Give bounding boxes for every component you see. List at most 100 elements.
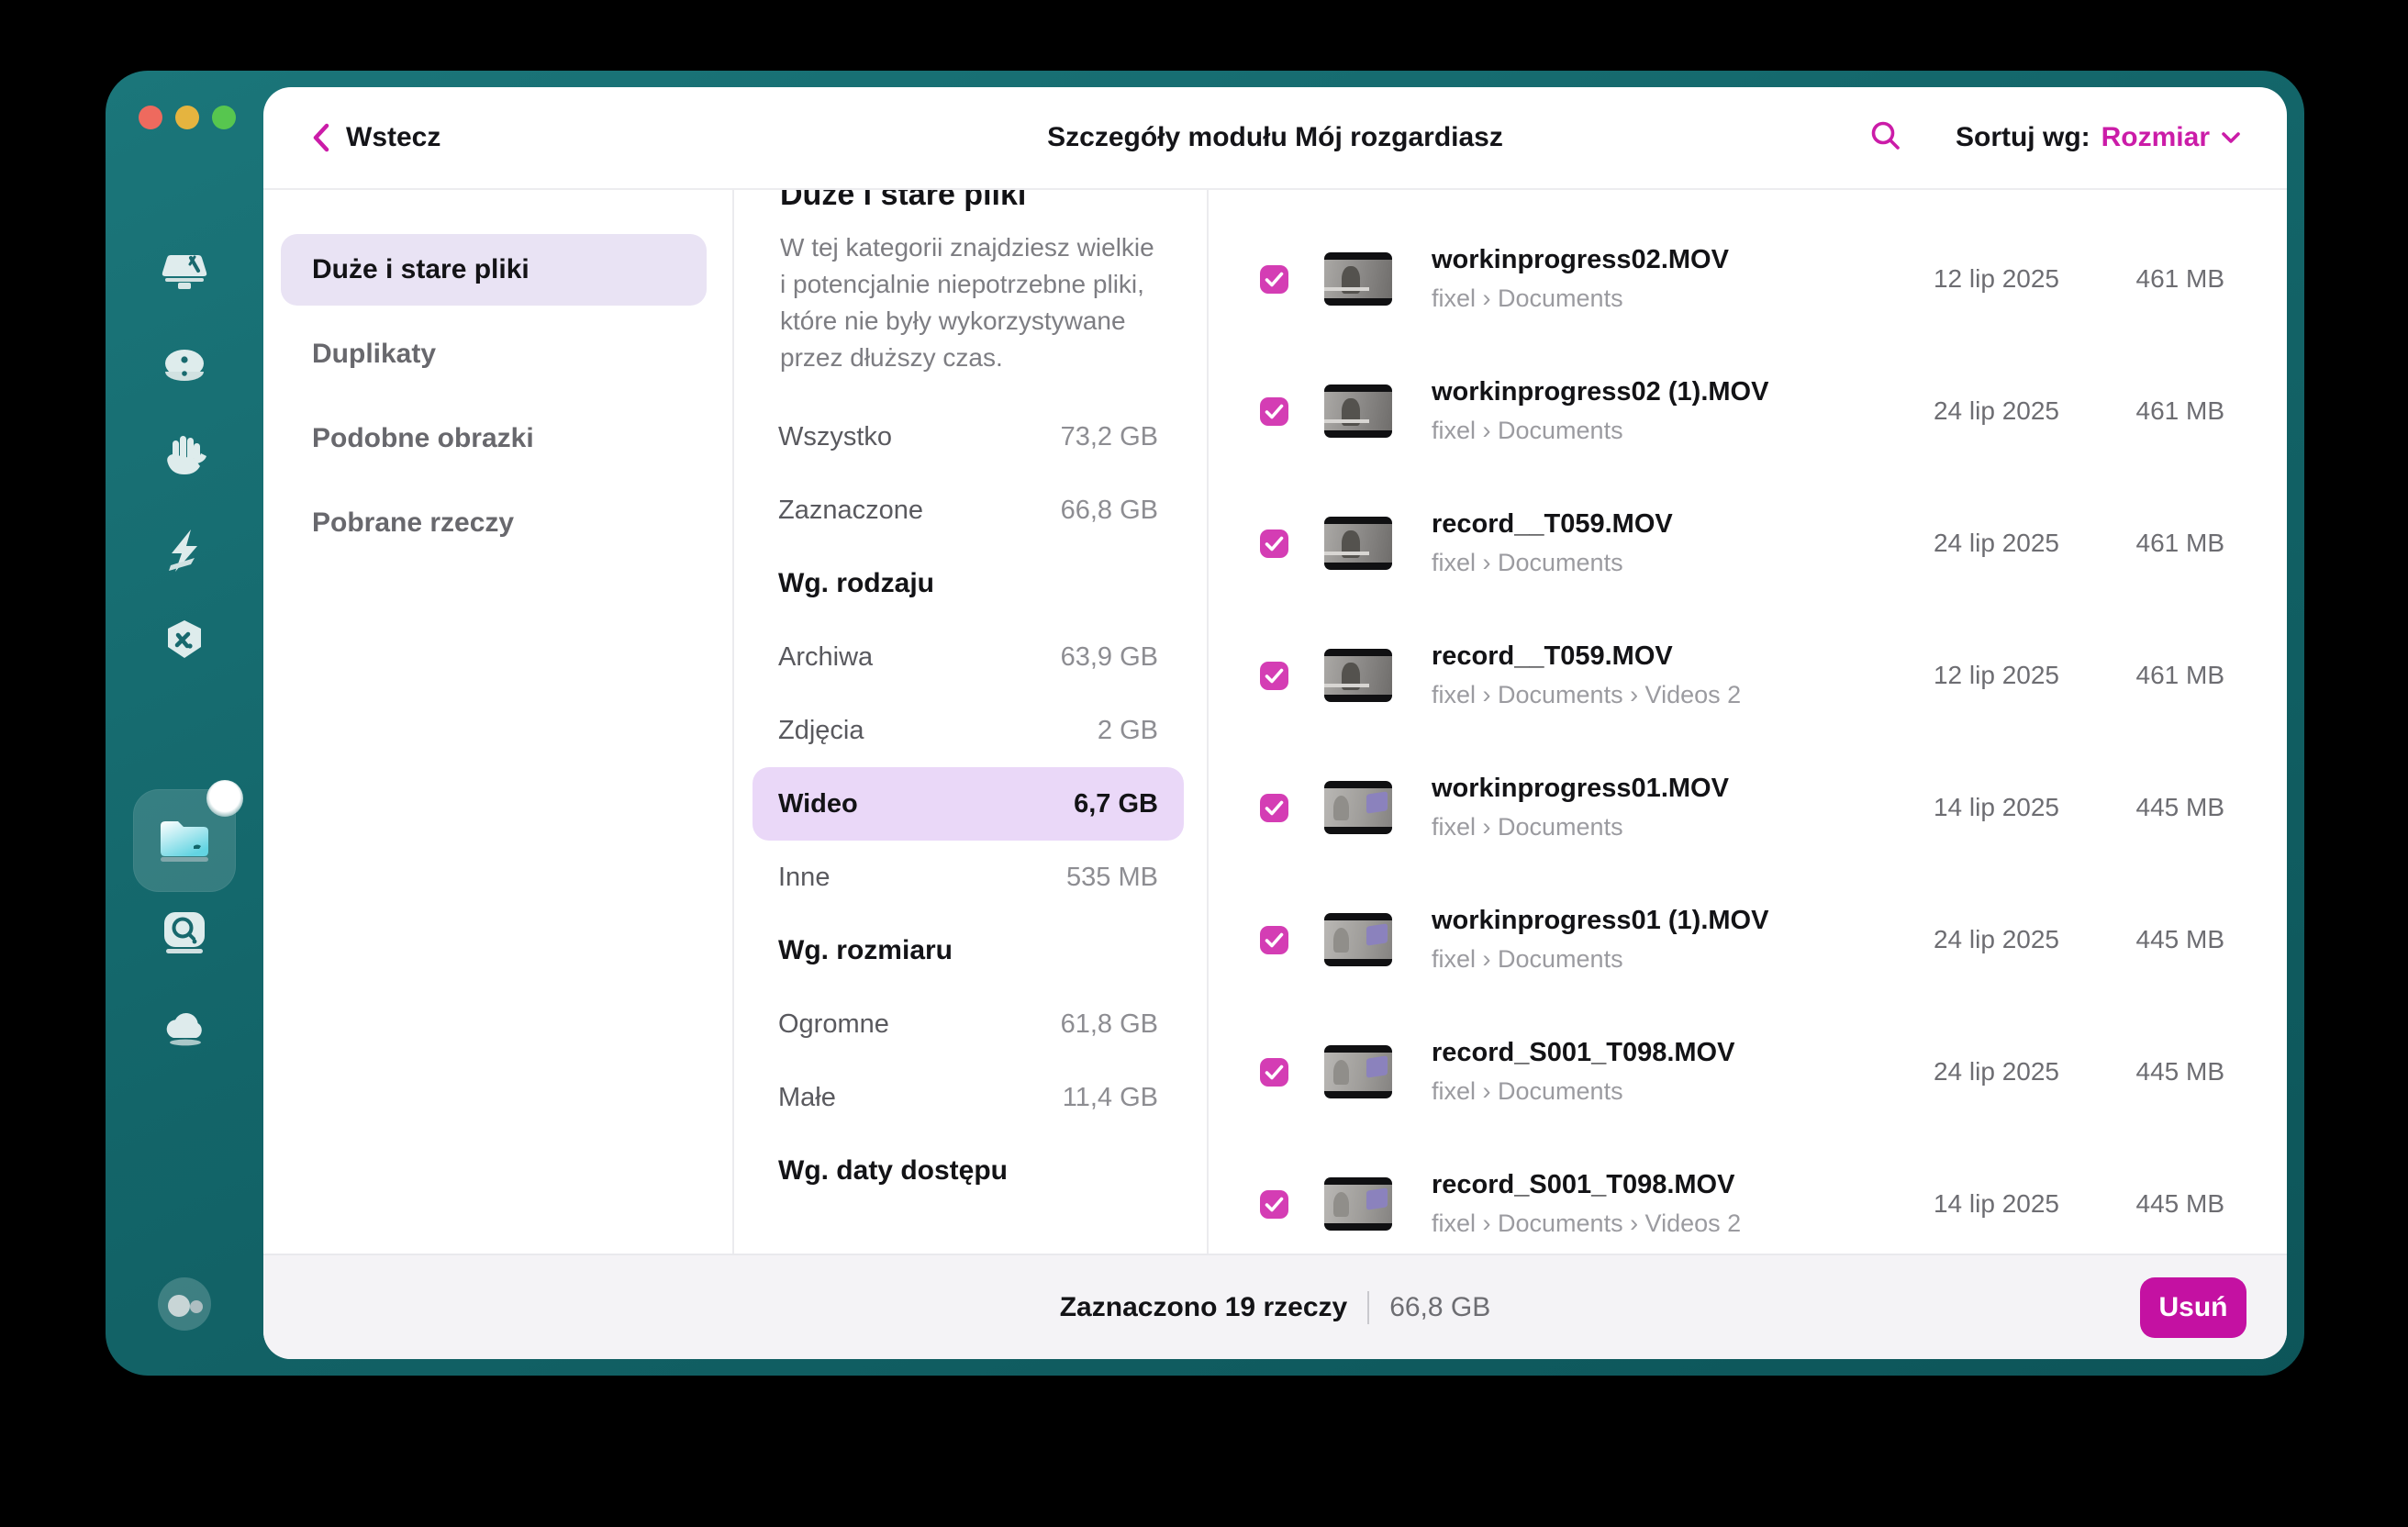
checkbox-checked[interactable] <box>1260 397 1288 426</box>
file-meta: record__T059.MOV fixel › Documents <box>1432 509 1821 577</box>
file-name: record_S001_T098.MOV <box>1432 1170 1821 1200</box>
drive-search-icon[interactable] <box>155 903 214 962</box>
notification-badge <box>206 780 243 817</box>
filter-section-by-access-date: Wg. daty dostępu <box>752 1134 1184 1208</box>
file-date: 24 lip 2025 <box>1821 925 2059 954</box>
file-row[interactable]: record__T059.MOV fixel › Documents 24 li… <box>1209 477 2287 609</box>
video-thumbnail <box>1324 517 1392 570</box>
file-date: 24 lip 2025 <box>1821 529 2059 558</box>
file-date: 12 lip 2025 <box>1821 661 2059 690</box>
hand-icon[interactable] <box>155 427 214 485</box>
category-item-downloads[interactable]: Pobrane rzeczy <box>281 487 707 559</box>
sort-value: Rozmiar <box>2101 122 2210 153</box>
file-path: fixel › Documents <box>1432 417 1821 445</box>
category-item-duplicates[interactable]: Duplikaty <box>281 318 707 390</box>
folder-icon-selected-tile[interactable] <box>133 789 236 892</box>
file-path: fixel › Documents › Videos 2 <box>1432 681 1821 709</box>
video-thumbnail <box>1324 385 1392 438</box>
search-icon <box>1869 119 1902 152</box>
filter-section-by-size: Wg. rozmiaru <box>752 914 1184 987</box>
file-row[interactable]: workinprogress01 (1).MOV fixel › Documen… <box>1209 874 2287 1006</box>
file-row[interactable]: workinprogress01.MOV fixel › Documents 1… <box>1209 741 2287 874</box>
filter-row-video[interactable]: Wideo 6,7 GB <box>752 767 1184 841</box>
checkbox-checked[interactable] <box>1260 926 1288 954</box>
checkbox-checked[interactable] <box>1260 1190 1288 1219</box>
file-row[interactable]: workinprogress02.MOV fixel › Documents 1… <box>1209 213 2287 345</box>
back-button-label: Wstecz <box>346 122 440 153</box>
file-meta: workinprogress01 (1).MOV fixel › Documen… <box>1432 906 1821 974</box>
filter-panel-description: W tej kategorii znajdziesz wielkie i pot… <box>780 229 1161 376</box>
video-thumbnail <box>1324 649 1392 702</box>
file-row[interactable]: record__T059.MOV fixel › Documents › Vid… <box>1209 609 2287 741</box>
delete-button[interactable]: Usuń <box>2140 1277 2246 1338</box>
chevron-down-icon <box>2221 131 2241 144</box>
file-row[interactable]: record_S001_T098.MOV fixel › Documents 2… <box>1209 1006 2287 1138</box>
file-name: workinprogress01.MOV <box>1432 774 1821 804</box>
orb-icon[interactable] <box>155 339 214 397</box>
category-list: Duże i stare pliki Duplikaty Podobne obr… <box>263 190 734 1254</box>
filter-rows: Wszystko 73,2 GB Zaznaczone 66,8 GB Wg. … <box>734 400 1207 1208</box>
hexagon-tools-icon[interactable] <box>155 613 214 672</box>
checkbox-checked[interactable] <box>1260 529 1288 558</box>
category-item-similar-images[interactable]: Podobne obrazki <box>281 403 707 474</box>
app-window: Wstecz Szczegóły modułu Mój rozgardiasz … <box>106 71 2304 1376</box>
chevron-left-icon <box>311 122 331 153</box>
category-item-large-old-files[interactable]: Duże i stare pliki <box>281 234 707 306</box>
filter-row-selected[interactable]: Zaznaczone 66,8 GB <box>752 474 1184 547</box>
file-path: fixel › Documents › Videos 2 <box>1432 1209 1821 1238</box>
file-date: 14 lip 2025 <box>1821 1189 2059 1219</box>
file-name: record__T059.MOV <box>1432 641 1821 672</box>
file-meta: record_S001_T098.MOV fixel › Documents <box>1432 1038 1821 1106</box>
toolbar-right: Sortuj wg: Rozmiar <box>1869 119 2287 157</box>
video-thumbnail <box>1324 913 1392 966</box>
file-meta: workinprogress02.MOV fixel › Documents <box>1432 245 1821 313</box>
checkbox-checked[interactable] <box>1260 794 1288 822</box>
file-size: 461 MB <box>2059 661 2224 690</box>
file-path: fixel › Documents <box>1432 945 1821 974</box>
filter-row-small[interactable]: Małe 11,4 GB <box>752 1061 1184 1134</box>
selection-size: 66,8 GB <box>1389 1292 1490 1323</box>
footer-divider <box>1367 1291 1369 1324</box>
sort-label: Sortuj wg: <box>1956 122 2090 153</box>
file-size: 445 MB <box>2059 1057 2224 1087</box>
file-date: 14 lip 2025 <box>1821 793 2059 822</box>
video-thumbnail <box>1324 252 1392 306</box>
checkbox-checked[interactable] <box>1260 265 1288 294</box>
file-path: fixel › Documents <box>1432 1077 1821 1106</box>
desktop-background: Wstecz Szczegóły modułu Mój rozgardiasz … <box>0 0 2408 1527</box>
checkbox-checked[interactable] <box>1260 1058 1288 1087</box>
file-meta: workinprogress02 (1).MOV fixel › Documen… <box>1432 377 1821 445</box>
filter-row-other[interactable]: Inne 535 MB <box>752 841 1184 914</box>
module-sidebar <box>106 71 263 1376</box>
selection-footer: Zaznaczono 19 rzeczy 66,8 GB Usuń <box>263 1254 2287 1359</box>
file-row[interactable]: workinprogress02 (1).MOV fixel › Documen… <box>1209 345 2287 477</box>
lightning-icon[interactable] <box>156 522 213 579</box>
file-size: 445 MB <box>2059 793 2224 822</box>
file-path: fixel › Documents <box>1432 549 1821 577</box>
cloud-icon[interactable] <box>155 999 214 1058</box>
monitor-icon[interactable] <box>154 242 215 303</box>
file-date: 24 lip 2025 <box>1821 396 2059 426</box>
sort-dropdown[interactable]: Sortuj wg: Rozmiar <box>1956 122 2241 153</box>
filter-row-photos[interactable]: Zdjęcia 2 GB <box>752 694 1184 767</box>
file-size: 461 MB <box>2059 396 2224 426</box>
file-date: 12 lip 2025 <box>1821 264 2059 294</box>
file-meta: workinprogress01.MOV fixel › Documents <box>1432 774 1821 842</box>
selection-count: Zaznaczono 19 rzeczy <box>1060 1292 1347 1323</box>
file-name: workinprogress02 (1).MOV <box>1432 377 1821 407</box>
user-avatar[interactable] <box>155 1275 214 1333</box>
filter-row-huge[interactable]: Ogromne 61,8 GB <box>752 987 1184 1061</box>
filter-panel: Duże i stare pliki W tej kategorii znajd… <box>734 190 1209 1254</box>
filter-row-all[interactable]: Wszystko 73,2 GB <box>752 400 1184 474</box>
file-size: 461 MB <box>2059 529 2224 558</box>
file-date: 24 lip 2025 <box>1821 1057 2059 1087</box>
file-size: 445 MB <box>2059 1189 2224 1219</box>
video-thumbnail <box>1324 1177 1392 1231</box>
back-button[interactable]: Wstecz <box>311 122 440 153</box>
checkbox-checked[interactable] <box>1260 662 1288 690</box>
filter-row-archives[interactable]: Archiwa 63,9 GB <box>752 620 1184 694</box>
file-row[interactable]: record_S001_T098.MOV fixel › Documents ›… <box>1209 1138 2287 1254</box>
file-name: record__T059.MOV <box>1432 509 1821 540</box>
file-list: workinprogress02.MOV fixel › Documents 1… <box>1209 190 2287 1254</box>
search-button[interactable] <box>1869 119 1902 157</box>
